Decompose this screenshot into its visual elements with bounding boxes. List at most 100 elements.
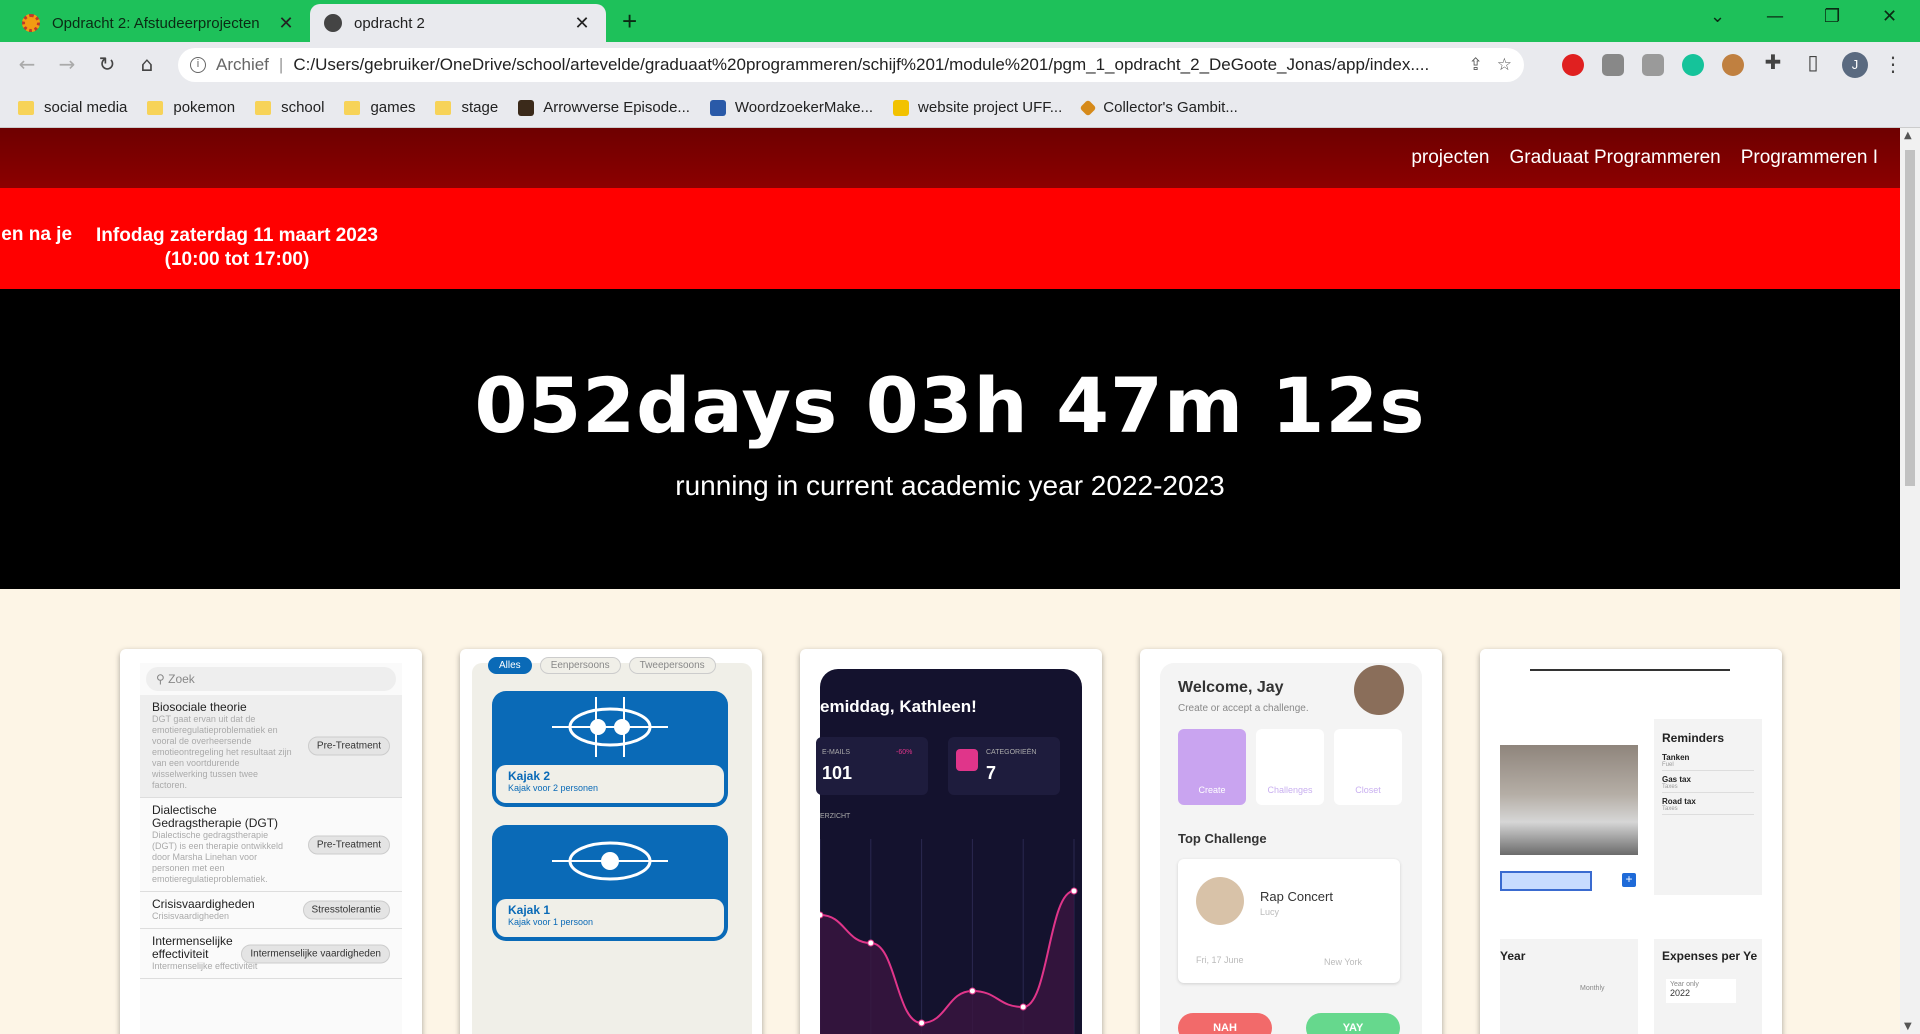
year-only-value: 2022 <box>1670 988 1691 998</box>
countdown-timer: 052days 03h 47m 12s <box>474 361 1426 450</box>
side-panel-icon[interactable]: ▯ <box>1800 50 1826 74</box>
chart-point <box>968 987 976 995</box>
bookmark-label: WoordzoekerMake... <box>734 99 874 116</box>
gear-favicon-icon <box>22 14 40 32</box>
diamond-favicon-icon <box>1079 99 1097 116</box>
stat-label: E-MAILS <box>822 749 851 756</box>
welcome-title: Welcome, Jay <box>1178 679 1284 696</box>
year-panel: Year Monthly <box>1500 939 1638 1034</box>
project-card-car-expenses[interactable]: Reminders Tanken Fuel Gas tax Taxes Road… <box>1480 649 1782 1034</box>
tab-afstudeerprojecten[interactable]: Opdracht 2: Afstudeerprojecten ✕ <box>8 4 310 42</box>
reminders-title: Reminders <box>1662 731 1725 745</box>
project-card-challenges[interactable]: Welcome, Jay Create or accept a challeng… <box>1140 649 1442 1034</box>
project-card-dgt[interactable]: ⚲ Zoek Biosociale theorie DGT gaat ervan… <box>120 649 422 1034</box>
home-icon[interactable]: ⌂ <box>134 52 160 76</box>
adblock-extension-icon[interactable] <box>1562 54 1584 76</box>
forward-icon[interactable]: → <box>54 52 80 76</box>
bookmarks-bar: social media pokemon school games stage … <box>0 88 1920 128</box>
category-chip: Intermenselijke vaardigheden <box>241 944 390 963</box>
site-nav: projecten Graduaat Programmeren Programm… <box>0 128 1900 188</box>
close-window-icon[interactable]: ✕ <box>1882 6 1897 27</box>
bookmark-folder[interactable]: pokemon <box>147 99 235 116</box>
scroll-up-icon[interactable]: ▲ <box>1904 130 1912 141</box>
close-tab-icon[interactable]: ✕ <box>572 13 592 34</box>
project-card-kajak[interactable]: Alles Eenpersoons Tweepersoons Kajak 2 Ka… <box>460 649 762 1034</box>
tab-title: opdracht 2 <box>354 14 425 32</box>
page-scrollbar[interactable]: ▲ ▼ <box>1900 128 1920 1034</box>
category-chip: Stresstolerantie <box>302 900 390 920</box>
page-content: projecten Graduaat Programmeren Programm… <box>0 128 1900 1034</box>
share-icon[interactable]: ⇪ <box>1469 55 1483 75</box>
stat-value: 7 <box>986 763 997 783</box>
bookmark-folder[interactable]: stage <box>435 99 498 116</box>
folder-icon <box>147 100 164 115</box>
item-title: Crisisvaardigheden <box>152 897 255 911</box>
filter-pill: Alles <box>488 657 532 674</box>
bookmark-folder[interactable]: games <box>344 99 415 116</box>
kajak-subtitle: Kajak voor 2 personen <box>508 783 599 793</box>
nav-graduaat-programmeren[interactable]: Graduaat Programmeren <box>1510 147 1721 169</box>
list-item: Dialectische Gedragstherapie (DGT) Diale… <box>140 798 402 892</box>
kajak-title: Kajak 1 <box>508 903 551 917</box>
extension-icon[interactable] <box>1642 54 1664 76</box>
reminders-panel: Reminders Tanken Fuel Gas tax Taxes Road… <box>1654 719 1762 895</box>
bookmark-folder[interactable]: school <box>255 99 324 116</box>
tab-opdracht-2[interactable]: opdracht 2 ✕ <box>310 4 606 42</box>
extension-icon[interactable] <box>1722 54 1744 76</box>
url-text[interactable]: C:/Users/gebruiker/OneDrive/school/artev… <box>293 55 1454 75</box>
search-input: ⚲ Zoek <box>146 667 396 691</box>
item-title: Dialectische Gedragstherapie (DGT) <box>152 803 279 830</box>
divider <box>1530 669 1730 671</box>
top-challenge-heading: Top Challenge <box>1178 831 1267 846</box>
tab-title: Opdracht 2: Afstudeerprojecten <box>52 14 260 32</box>
reminder-sub: Fuel <box>1662 762 1754 771</box>
countdown-subtitle: running in current academic year 2022-20… <box>675 470 1225 501</box>
folder-icon <box>255 100 272 115</box>
news-ticker: len na je Infodag zaterdag 11 maart 2023… <box>0 188 1900 289</box>
line-chart: 6 juni7 juni8 juni9 juni10 juni11 juni <box>820 839 1078 1034</box>
challenge-user: Lucy <box>1260 907 1280 917</box>
expenses-title: Expenses per Ye <box>1662 949 1758 963</box>
bookmark-link[interactable]: Arrowverse Episode... <box>518 99 690 116</box>
menu-icon[interactable]: ⋮ <box>1880 52 1906 76</box>
expenses-panel: Expenses per Ye Year only 2022 <box>1654 939 1762 1034</box>
bookmark-link[interactable]: Collector's Gambit... <box>1079 99 1238 116</box>
tile-challenges: Challenges <box>1256 729 1324 805</box>
bookmark-label: stage <box>461 99 499 116</box>
new-tab-icon[interactable]: + <box>622 6 637 37</box>
bookmark-folder[interactable]: social media <box>18 99 127 116</box>
bookmark-link[interactable]: website project UFF... <box>893 99 1062 116</box>
category-chip: Pre-Treatment <box>307 736 390 756</box>
kajak-item: Kajak 1 Kajak voor 1 persoon <box>492 825 728 941</box>
back-icon[interactable]: ← <box>14 52 40 76</box>
grammarly-extension-icon[interactable] <box>1682 54 1704 76</box>
projects-section: ⚲ Zoek Biosociale theorie DGT gaat ervan… <box>0 589 1900 1034</box>
profile-avatar[interactable]: J <box>1842 52 1868 78</box>
minimize-icon[interactable]: — <box>1766 6 1784 27</box>
tab-search-chevron-icon[interactable]: ⌄ <box>1710 6 1725 27</box>
scroll-down-icon[interactable]: ▼ <box>1904 1021 1912 1032</box>
scrollbar-thumb[interactable] <box>1905 150 1915 486</box>
project-card-dashboard[interactable]: emiddag, Kathleen! E-MAILS -60% 101 CATE… <box>800 649 1102 1034</box>
globe-favicon-icon <box>324 14 342 32</box>
nav-programmeren-1[interactable]: Programmeren I <box>1741 147 1878 169</box>
archief-label: Archief <box>216 55 269 74</box>
info-icon[interactable]: i <box>190 57 206 73</box>
bookmark-label: social media <box>44 99 128 116</box>
avatar <box>1196 877 1244 925</box>
restore-icon[interactable]: ❐ <box>1824 6 1840 27</box>
puzzle-extensions-icon[interactable]: ✚ <box>1760 50 1786 74</box>
address-bar[interactable]: i Archief | C:/Users/gebruiker/OneDrive/… <box>178 48 1524 82</box>
nav-projecten[interactable]: projecten <box>1411 147 1489 169</box>
list-item: Biosociale theorie DGT gaat ervan uit da… <box>140 695 402 798</box>
category-chip: Pre-Treatment <box>307 835 390 854</box>
bookmark-star-icon[interactable]: ☆ <box>1497 55 1512 75</box>
close-tab-icon[interactable]: ✕ <box>276 13 296 34</box>
bookmark-link[interactable]: WoordzoekerMake... <box>709 99 874 116</box>
unknown-extension-icon[interactable] <box>1602 54 1624 76</box>
stat-label: CATEGORIEËN <box>986 749 1037 756</box>
challenge-date: Fri, 17 June <box>1196 955 1244 965</box>
kajak-title: Kajak 2 <box>508 769 551 783</box>
chart-area <box>820 891 1074 1034</box>
reload-icon[interactable]: ↻ <box>94 52 120 76</box>
